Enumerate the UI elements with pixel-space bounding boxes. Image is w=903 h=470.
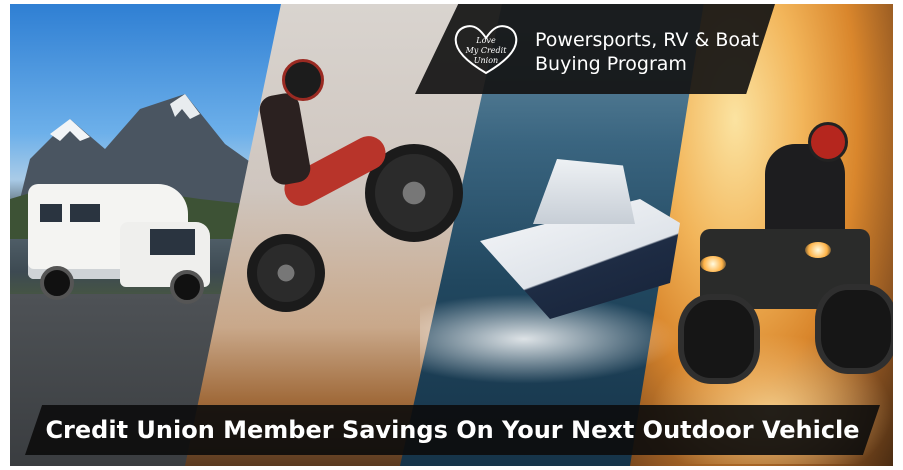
love-my-credit-union-logo: Love My Credit Union [454,25,518,75]
headline-text: Credit Union Member Savings On Your Next… [45,416,860,444]
atv-helmet [808,122,848,162]
rv-wheel [170,270,204,304]
atv-headlight [805,242,831,258]
program-title: Powersports, RV & Boat Buying Program [535,28,759,76]
bike-rear-wheel [247,234,325,312]
rv-windshield [150,229,195,255]
svg-text:My Credit: My Credit [465,46,508,55]
rv-window [70,204,100,222]
program-title-line1: Powersports, RV & Boat [535,29,760,51]
rv-window [40,204,62,222]
rv-wheel [40,266,74,300]
atv-headlight [700,256,726,272]
program-title-line2: Buying Program [535,53,687,75]
atv-wheel [678,294,760,384]
svg-text:Union: Union [474,56,498,65]
atv-wheel [815,284,893,374]
svg-text:Love: Love [475,36,496,45]
bike-helmet [282,59,324,101]
